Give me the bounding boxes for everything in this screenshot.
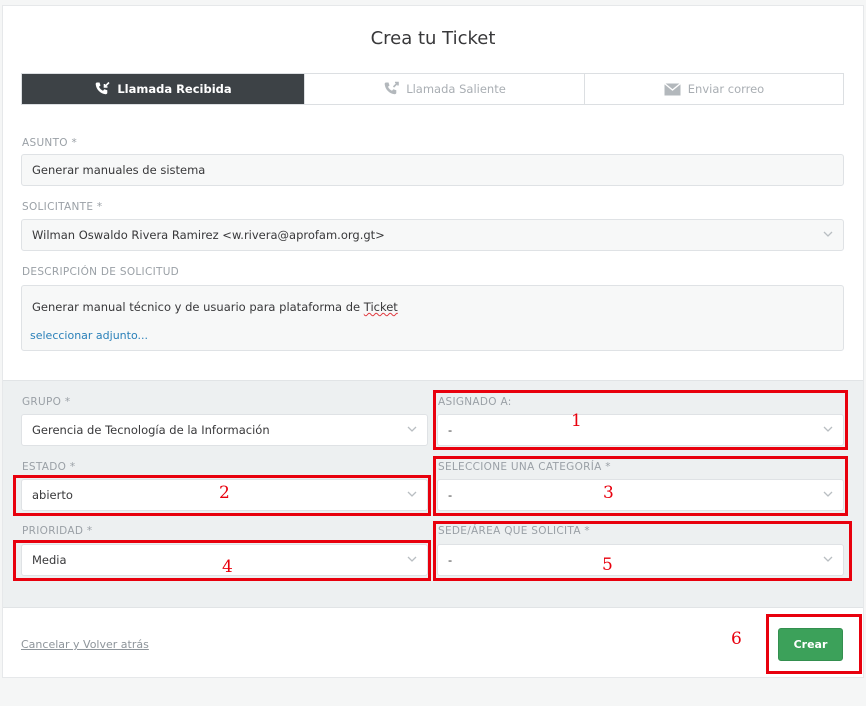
solicitante-label: SOLICITANTE *	[22, 201, 103, 213]
phone-outgoing-icon	[383, 81, 400, 97]
prioridad-label: PRIORIDAD *	[22, 525, 93, 537]
chevron-down-icon	[407, 426, 417, 432]
grupo-select[interactable]: Gerencia de Tecnología de la Información	[21, 414, 428, 446]
annotation-number-3: 3	[603, 483, 614, 503]
solicitante-select[interactable]: Wilman Oswaldo Rivera Ramirez <w.rivera@…	[21, 219, 844, 251]
attach-file-link[interactable]: seleccionar adjunto...	[30, 329, 148, 342]
tab-label: Llamada Saliente	[406, 82, 506, 96]
channel-tabs: Llamada Recibida Llamada Saliente Enviar…	[21, 73, 844, 105]
page-title: Crea tu Ticket	[370, 28, 496, 49]
asunto-value: Generar manuales de sistema	[32, 163, 206, 177]
annotation-box-1	[433, 390, 848, 450]
tab-enviar-correo[interactable]: Enviar correo	[585, 74, 843, 104]
tab-label: Llamada Recibida	[117, 82, 232, 96]
asunto-label: ASUNTO *	[22, 137, 78, 149]
descripcion-text: Generar manual técnico y de usuario para…	[32, 300, 398, 314]
envelope-icon	[663, 82, 681, 96]
descripcion-textarea[interactable]: Generar manual técnico y de usuario para…	[21, 285, 844, 351]
chevron-down-icon	[823, 231, 833, 237]
annotation-box-5	[433, 521, 852, 581]
tab-llamada-recibida[interactable]: Llamada Recibida	[22, 74, 305, 104]
cancel-link[interactable]: Cancelar y Volver atrás	[21, 638, 149, 651]
annotation-number-2: 2	[219, 483, 230, 503]
grupo-label: GRUPO *	[22, 396, 71, 408]
annotation-number-1: 1	[571, 411, 582, 431]
phone-incoming-icon	[94, 81, 110, 97]
annotation-number-6: 6	[731, 629, 742, 649]
asunto-input[interactable]: Generar manuales de sistema	[21, 154, 844, 186]
grupo-value: Gerencia de Tecnología de la Información	[32, 423, 270, 437]
annotation-box-6	[766, 614, 862, 674]
tab-llamada-saliente[interactable]: Llamada Saliente	[305, 74, 585, 104]
annotation-box-3	[433, 456, 848, 516]
tab-label: Enviar correo	[687, 82, 765, 96]
annotation-number-4: 4	[222, 557, 233, 577]
descripcion-label: DESCRIPCIÓN DE SOLICITUD	[22, 266, 180, 278]
annotation-number-5: 5	[602, 555, 613, 575]
estado-label: ESTADO *	[22, 461, 76, 473]
solicitante-value: Wilman Oswaldo Rivera Ramirez <w.rivera@…	[32, 228, 385, 242]
